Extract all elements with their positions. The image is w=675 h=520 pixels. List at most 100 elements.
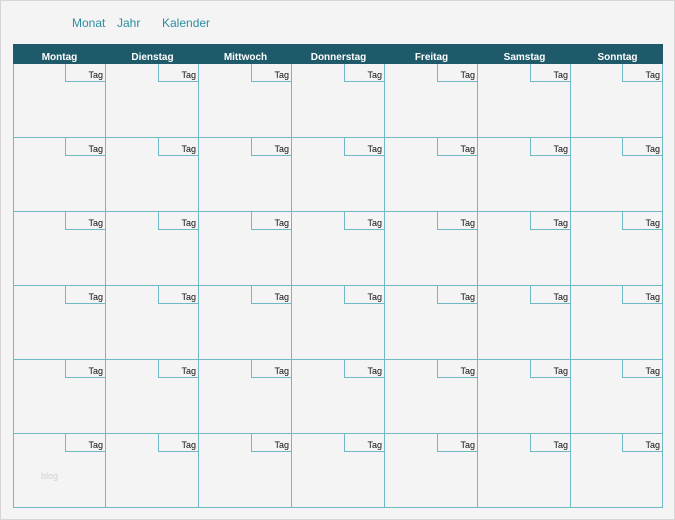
- day-label: Tag: [460, 218, 475, 228]
- day-label: Tag: [88, 70, 103, 80]
- date-box: Tag: [530, 434, 570, 452]
- day-label: Tag: [553, 70, 568, 80]
- day-label: Tag: [367, 144, 382, 154]
- day-cell[interactable]: Tag: [199, 360, 292, 434]
- day-label: Tag: [367, 440, 382, 450]
- day-label: Tag: [460, 440, 475, 450]
- day-cell[interactable]: Tag: [106, 360, 199, 434]
- date-box: Tag: [65, 360, 105, 378]
- date-box: Tag: [344, 360, 384, 378]
- day-cell[interactable]: Tag: [385, 212, 478, 286]
- date-box: Tag: [251, 286, 291, 304]
- date-box: Tag: [530, 360, 570, 378]
- date-box: Tag: [437, 138, 477, 156]
- day-label: Tag: [274, 70, 289, 80]
- day-label: Tag: [274, 366, 289, 376]
- weekday-tuesday: Dienstag: [131, 52, 174, 63]
- day-label: Tag: [553, 366, 568, 376]
- day-cell[interactable]: Tag: [571, 434, 663, 508]
- day-cell[interactable]: Tag: [106, 286, 199, 360]
- day-cell[interactable]: Tag: [385, 360, 478, 434]
- day-cell[interactable]: Tag: [292, 360, 385, 434]
- page: Monat Jahr Kalender Montag Dienstag Mitt…: [0, 0, 675, 520]
- date-box: Tag: [530, 212, 570, 230]
- date-box: Tag: [158, 360, 198, 378]
- date-box: Tag: [437, 212, 477, 230]
- day-cell[interactable]: Tag: [106, 212, 199, 286]
- date-box: Tag: [437, 360, 477, 378]
- day-cell[interactable]: Tag: [571, 212, 663, 286]
- day-label: Tag: [553, 218, 568, 228]
- day-cell[interactable]: Tag: [385, 138, 478, 212]
- day-cell[interactable]: Tag: [385, 434, 478, 508]
- day-cell[interactable]: Tag: [292, 138, 385, 212]
- day-cell[interactable]: Tag: [13, 64, 106, 138]
- day-cell[interactable]: Tag: [478, 286, 571, 360]
- day-label: Tag: [181, 218, 196, 228]
- day-label: Tag: [645, 144, 660, 154]
- day-cell[interactable]: Tag: [385, 64, 478, 138]
- date-box: Tag: [344, 64, 384, 82]
- watermark: blog: [41, 471, 59, 481]
- day-label: Tag: [553, 440, 568, 450]
- day-label: Tag: [181, 366, 196, 376]
- day-cell[interactable]: Tag: [478, 212, 571, 286]
- day-label: Tag: [274, 218, 289, 228]
- day-cell[interactable]: Tag: [13, 212, 106, 286]
- day-cell[interactable]: Tag: [199, 64, 292, 138]
- day-cell[interactable]: Tag: [13, 360, 106, 434]
- day-label: Tag: [274, 440, 289, 450]
- day-cell[interactable]: Tag: [199, 212, 292, 286]
- day-cell[interactable]: Tag: [478, 434, 571, 508]
- date-box: Tag: [251, 212, 291, 230]
- day-cell[interactable]: Tag: [199, 286, 292, 360]
- day-cell[interactable]: Tag: [478, 64, 571, 138]
- day-cell[interactable]: Tag: [13, 434, 106, 508]
- date-box: Tag: [622, 360, 662, 378]
- title-year: Jahr: [117, 16, 141, 30]
- day-label: Tag: [181, 144, 196, 154]
- weekday-saturday: Samstag: [503, 52, 546, 63]
- date-box: Tag: [158, 138, 198, 156]
- day-label: Tag: [460, 292, 475, 302]
- day-label: Tag: [367, 70, 382, 80]
- day-cell[interactable]: Tag: [385, 286, 478, 360]
- day-cell[interactable]: Tag: [292, 286, 385, 360]
- date-box: Tag: [65, 434, 105, 452]
- day-cell[interactable]: Tag: [571, 64, 663, 138]
- day-cell[interactable]: Tag: [478, 138, 571, 212]
- day-cell[interactable]: Tag: [13, 286, 106, 360]
- date-box: Tag: [622, 286, 662, 304]
- date-box: Tag: [158, 286, 198, 304]
- day-cell[interactable]: Tag: [106, 64, 199, 138]
- day-label: Tag: [274, 292, 289, 302]
- title-month: Monat: [72, 16, 106, 30]
- day-label: Tag: [645, 292, 660, 302]
- day-label: Tag: [367, 292, 382, 302]
- day-cell[interactable]: Tag: [292, 212, 385, 286]
- day-label: Tag: [181, 70, 196, 80]
- day-cell[interactable]: Tag: [106, 434, 199, 508]
- day-cell[interactable]: Tag: [199, 434, 292, 508]
- day-cell[interactable]: Tag: [571, 286, 663, 360]
- day-label: Tag: [460, 144, 475, 154]
- day-cell[interactable]: Tag: [292, 64, 385, 138]
- date-box: Tag: [251, 64, 291, 82]
- day-label: Tag: [645, 70, 660, 80]
- day-label: Tag: [88, 292, 103, 302]
- weekday-sunday: Sonntag: [597, 52, 638, 63]
- weekday-friday: Freitag: [414, 52, 449, 63]
- calendar-body: Tag Tag Tag Tag Tag Tag Tag Tag Tag Tag Tag Tag Tag T…: [13, 64, 663, 508]
- day-label: Tag: [88, 218, 103, 228]
- day-label: Tag: [553, 144, 568, 154]
- day-cell[interactable]: Tag: [106, 138, 199, 212]
- day-cell[interactable]: Tag: [199, 138, 292, 212]
- day-cell[interactable]: Tag: [478, 360, 571, 434]
- calendar-grid: Montag Dienstag Mittwoch Donnerstag Frei…: [13, 44, 663, 508]
- day-cell[interactable]: Tag: [292, 434, 385, 508]
- date-box: Tag: [437, 434, 477, 452]
- day-cell[interactable]: Tag: [571, 138, 663, 212]
- day-cell[interactable]: Tag: [13, 138, 106, 212]
- day-label: Tag: [460, 70, 475, 80]
- day-cell[interactable]: Tag: [571, 360, 663, 434]
